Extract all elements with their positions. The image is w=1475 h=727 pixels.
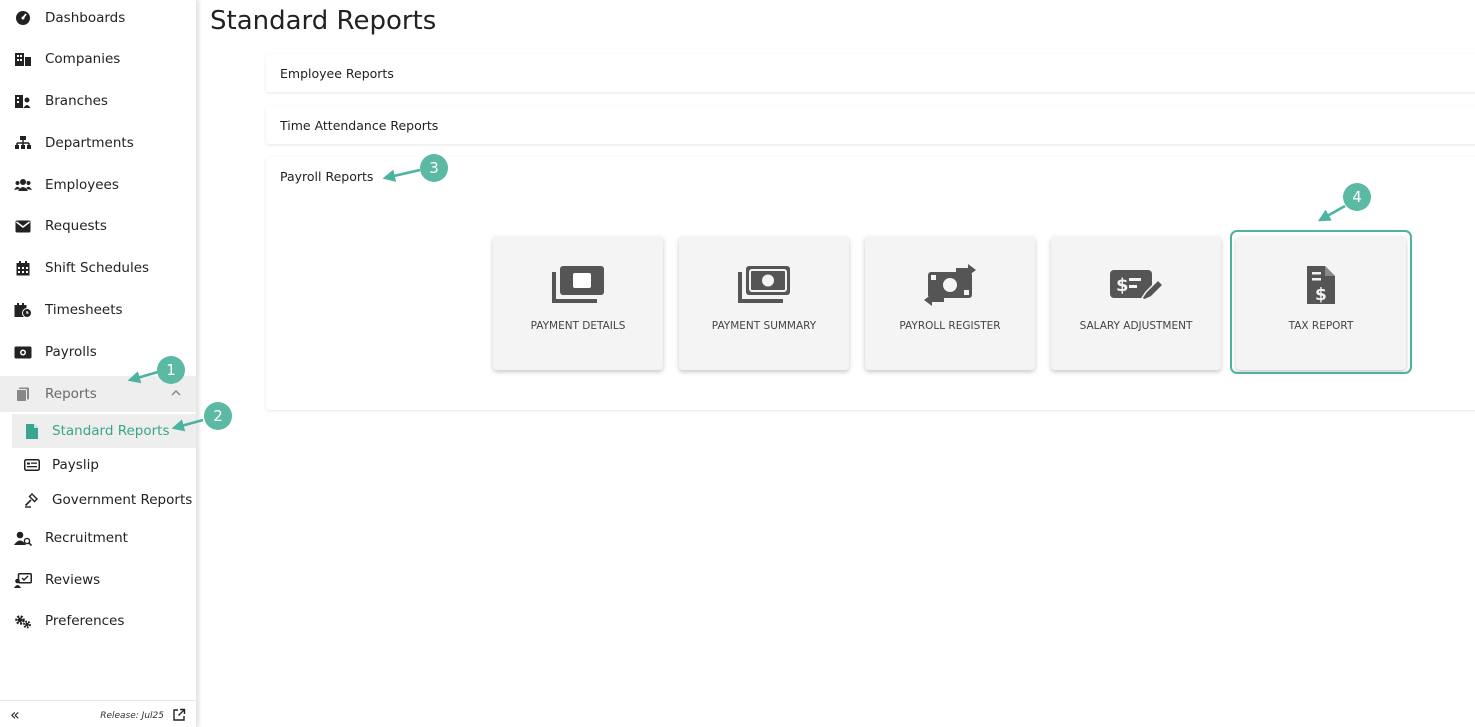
sidebar-subitem-government-reports[interactable]: Government Reports: [12, 483, 196, 517]
sidebar-subitem-standard-reports[interactable]: Standard Reports: [12, 414, 196, 448]
callout-badge-2: 2: [204, 402, 232, 430]
employees-icon: [14, 176, 32, 194]
payslip-icon: [24, 457, 40, 473]
timesheets-icon: [14, 301, 32, 319]
sidebar-item-label: Departments: [45, 135, 134, 151]
calendar-icon: [14, 259, 32, 277]
sidebar-item-label: Recruitment: [45, 530, 128, 546]
departments-icon: [14, 134, 32, 152]
svg-text:$: $: [1116, 275, 1129, 296]
sidebar-item-label: Dashboards: [45, 10, 126, 26]
money-bill-icon: [493, 264, 663, 304]
sidebar-item-preferences[interactable]: Preferences: [0, 603, 196, 639]
section-title[interactable]: Employee Reports: [280, 66, 394, 81]
sidebar-item-shift-schedules[interactable]: Shift Schedules: [0, 250, 196, 286]
sidebar-item-employees[interactable]: Employees: [0, 167, 196, 203]
sidebar-footer: « Release: Jul25: [0, 700, 196, 727]
sidebar-item-label: Branches: [45, 93, 108, 109]
sidebar-item-departments[interactable]: Departments: [0, 125, 196, 161]
payment-details-card[interactable]: PAYMENT DETAILS: [493, 236, 663, 370]
sidebar-item-reviews[interactable]: Reviews: [0, 562, 196, 598]
payroll-register-card[interactable]: PAYROLL REGISTER: [865, 236, 1035, 370]
sidebar-subitem-label: Standard Reports: [52, 423, 170, 439]
gavel-icon: [24, 492, 40, 508]
money-icon: [14, 343, 32, 361]
sidebar-subitem-label: Payslip: [52, 457, 99, 473]
sidebar-subitem-label: Government Reports: [52, 492, 193, 508]
sidebar-subitem-payslip[interactable]: Payslip: [12, 448, 196, 482]
time-attendance-reports-section[interactable]: Time Attendance Reports: [266, 106, 1475, 144]
card-label: PAYMENT DETAILS: [530, 320, 626, 332]
employee-reports-section[interactable]: Employee Reports: [266, 54, 1475, 92]
sidebar-item-label: Timesheets: [45, 302, 123, 318]
section-title[interactable]: Time Attendance Reports: [280, 118, 438, 133]
money-bills-icon: [679, 264, 849, 304]
sidebar-item-timesheets[interactable]: Timesheets: [0, 292, 196, 328]
payment-summary-card[interactable]: PAYMENT SUMMARY: [679, 236, 849, 370]
card-label: SALARY ADJUSTMENT: [1079, 320, 1193, 332]
envelope-icon: [14, 217, 32, 235]
salary-adjustment-card[interactable]: $ SALARY ADJUSTMENT: [1051, 236, 1221, 370]
sidebar-item-dashboards[interactable]: Dashboards: [0, 0, 196, 36]
page-title: Standard Reports: [210, 6, 437, 36]
dashboard-icon: [14, 9, 32, 27]
callout-badge-3: 3: [420, 154, 448, 182]
sidebar-item-label: Preferences: [45, 613, 125, 629]
money-edit-icon: $: [1051, 264, 1221, 304]
section-title[interactable]: Payroll Reports: [280, 169, 373, 184]
external-link-icon[interactable]: [172, 708, 186, 722]
recruitment-icon: [14, 529, 32, 547]
callout-badge-4: 4: [1343, 183, 1371, 211]
reports-icon: [14, 385, 32, 403]
sidebar-item-label: Companies: [45, 51, 121, 67]
release-label: Release: Jul25: [100, 711, 164, 721]
callout-badge-1: 1: [157, 356, 185, 384]
tax-report-highlight: [1230, 230, 1412, 374]
sidebar-item-companies[interactable]: Companies: [0, 41, 196, 77]
sidebar-item-label: Requests: [45, 218, 107, 234]
companies-icon: [14, 50, 32, 68]
sidebar-item-label: Reports: [45, 386, 97, 402]
money-transfer-icon: [865, 264, 1035, 306]
reviews-icon: [14, 571, 32, 589]
sidebar-item-label: Employees: [45, 177, 119, 193]
cogs-icon: [14, 612, 32, 630]
collapse-sidebar-icon[interactable]: «: [10, 705, 20, 724]
sidebar-item-branches[interactable]: Branches: [0, 83, 196, 119]
sidebar-item-recruitment[interactable]: Recruitment: [0, 520, 196, 556]
file-icon: [24, 423, 40, 439]
sidebar-item-label: Reviews: [45, 572, 101, 588]
chevron-up-icon[interactable]: [170, 387, 182, 399]
sidebar-item-label: Payrolls: [45, 344, 97, 360]
card-label: PAYMENT SUMMARY: [711, 320, 817, 332]
branches-icon: [14, 92, 32, 110]
sidebar-item-requests[interactable]: Requests: [0, 208, 196, 244]
sidebar-item-label: Shift Schedules: [45, 260, 150, 276]
card-label: PAYROLL REGISTER: [899, 320, 1001, 332]
